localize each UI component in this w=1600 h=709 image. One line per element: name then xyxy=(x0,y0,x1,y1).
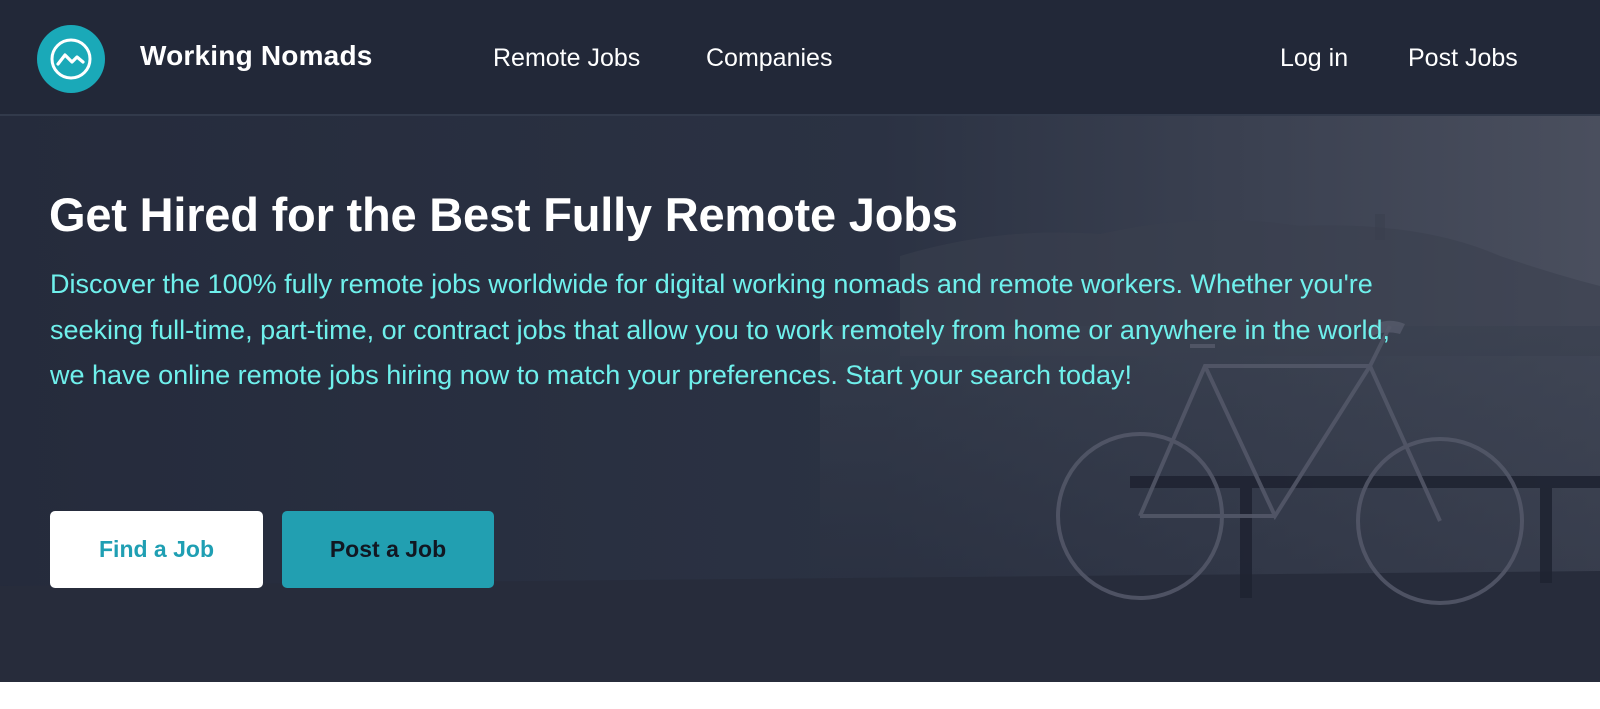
page-bottom-strip xyxy=(0,682,1600,709)
trend-line-icon xyxy=(50,38,92,80)
nav-post-jobs[interactable]: Post Jobs xyxy=(1408,44,1518,73)
find-a-job-button[interactable]: Find a Job xyxy=(50,511,263,588)
nav-remote-jobs[interactable]: Remote Jobs xyxy=(493,44,640,73)
hero-title: Get Hired for the Best Fully Remote Jobs xyxy=(49,188,958,241)
hero-description: Discover the 100% fully remote jobs worl… xyxy=(50,269,1391,390)
logo[interactable] xyxy=(37,25,105,93)
nav-companies[interactable]: Companies xyxy=(706,44,832,73)
page: Working Nomads Remote Jobs Companies Log… xyxy=(0,0,1600,709)
hero-section: Get Hired for the Best Fully Remote Jobs… xyxy=(0,116,1600,682)
nav-log-in[interactable]: Log in xyxy=(1280,44,1348,73)
top-nav-bar: Working Nomads Remote Jobs Companies Log… xyxy=(0,0,1600,116)
brand-name[interactable]: Working Nomads xyxy=(140,40,373,72)
post-a-job-button[interactable]: Post a Job xyxy=(282,511,494,588)
